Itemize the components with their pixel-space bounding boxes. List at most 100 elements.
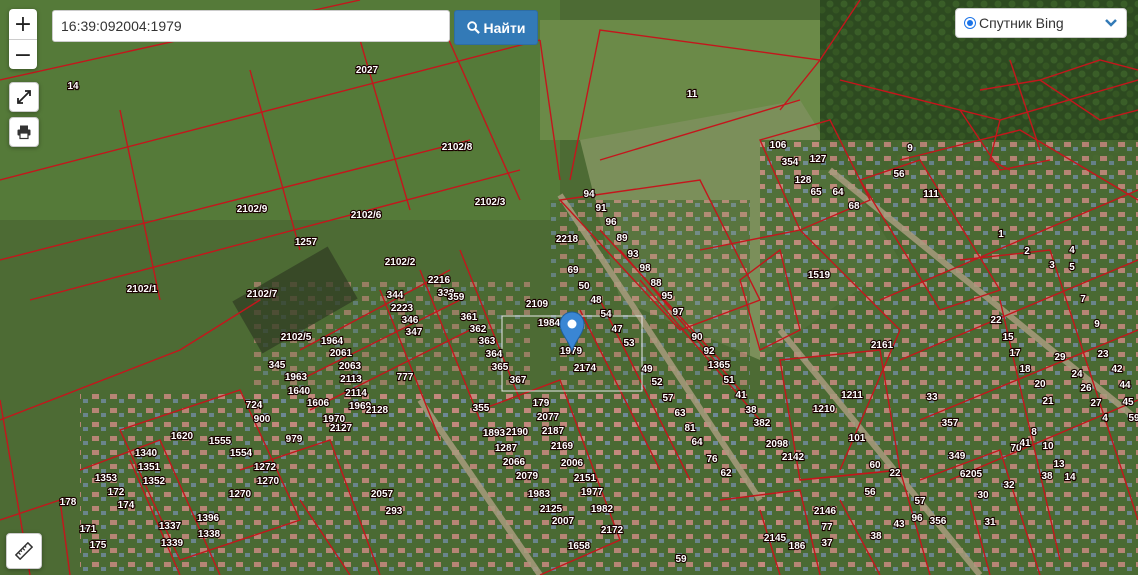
parcel-number-label: 95: [661, 291, 673, 302]
parcel-number-label: 33: [926, 392, 938, 403]
parcel-number-label: 64: [691, 437, 703, 448]
parcel-number-label: 2113: [340, 374, 362, 385]
parcel-number-label: 1964: [321, 336, 344, 347]
parcel-number-label: 4: [1069, 245, 1075, 256]
parcel-number-label: 1555: [209, 436, 232, 447]
parcel-number-label: 2151: [574, 473, 597, 484]
parcel-number-label: 362: [470, 324, 487, 335]
zoom-in-button[interactable]: +: [9, 9, 37, 40]
parcel-number-label: 10: [1042, 441, 1054, 452]
parcel-number-label: 90: [691, 332, 703, 343]
find-button[interactable]: Найти: [454, 10, 538, 45]
parcel-number-label: 179: [533, 398, 550, 409]
measure-button[interactable]: [6, 533, 42, 569]
parcel-number-label: 52: [651, 377, 663, 388]
parcel-number-label: 2102/6: [351, 210, 382, 221]
parcel-number-label: 101: [849, 433, 866, 444]
parcel-number-label: 1620: [171, 431, 194, 442]
parcel-number-label: 24: [1071, 369, 1083, 380]
parcel-number-label: 1977: [581, 487, 604, 498]
parcel-number-label: 56: [893, 169, 905, 180]
parcel-number-label: 56: [864, 487, 876, 498]
parcel-number-label: 7: [1080, 294, 1086, 305]
parcel-number-label: 364: [486, 349, 503, 360]
parcel-number-label: 2187: [542, 426, 565, 437]
parcel-number-label: 92: [703, 346, 715, 357]
search-input[interactable]: [52, 10, 450, 42]
ruler-icon: [15, 542, 33, 560]
parcel-number-label: 1270: [257, 476, 280, 487]
parcel-number-label: 1270: [229, 489, 252, 500]
parcel-number-label: 1963: [285, 372, 308, 383]
parcel-number-label: 49: [641, 364, 653, 375]
radio-selected-icon: [964, 17, 976, 29]
parcel-number-label: 1339: [161, 538, 184, 549]
parcel-number-label: 89: [616, 233, 628, 244]
parcel-number-label: 27: [1090, 398, 1102, 409]
parcel-number-label: 41: [1019, 438, 1031, 449]
parcel-number-label: 356: [930, 516, 947, 527]
parcel-number-label: 57: [662, 393, 674, 404]
parcel-number-label: 1257: [295, 237, 318, 248]
satellite-map[interactable]: 142027112102/8 92102/92102/62102/32102/1 2…: [0, 0, 1138, 575]
parcel-number-label: 349: [949, 451, 966, 462]
parcel-number-label: 96: [605, 217, 617, 228]
parcel-number-label: 293: [386, 506, 403, 517]
parcel-number-label: 65: [810, 187, 822, 198]
parcel-number-label: 21: [1042, 396, 1054, 407]
parcel-number-label: 4: [1102, 413, 1108, 424]
parcel-number-label: 2102/5: [281, 332, 312, 343]
parcel-number-label: 18: [1019, 364, 1031, 375]
parcel-number-label: 50: [578, 281, 590, 292]
parcel-number-label: 354: [782, 157, 799, 168]
parcel-number-label: 1658: [568, 541, 591, 552]
parcel-number-label: 365: [492, 362, 509, 373]
parcel-number-label: 724: [246, 400, 263, 411]
parcel-number-label: 367: [510, 375, 527, 386]
parcel-number-label: 17: [1009, 348, 1021, 359]
chevron-down-icon: [1104, 15, 1118, 31]
parcel-number-label: 1272: [254, 462, 277, 473]
parcel-number-label: 26: [1080, 383, 1092, 394]
parcel-number-label: 2161: [871, 340, 894, 351]
parcel-number-label: 2066: [503, 457, 526, 468]
print-button[interactable]: [9, 117, 39, 147]
parcel-number-label: 2007: [552, 516, 575, 527]
parcel-number-label: 363: [479, 336, 496, 347]
parcel-number-label: 2102/9: [237, 204, 268, 215]
parcel-number-label: 1396: [197, 513, 220, 524]
parcel-number-label: 32: [1003, 480, 1015, 491]
parcel-number-label: 43: [893, 519, 905, 530]
search-icon: [466, 21, 480, 34]
basemap-select[interactable]: Спутник Bing: [955, 8, 1127, 38]
parcel-number-label: 357: [942, 418, 959, 429]
fullscreen-button[interactable]: [9, 82, 39, 112]
parcel-number-label: 11: [687, 89, 698, 100]
parcel-number-label: 2127: [330, 423, 353, 434]
parcel-number-label: 2146: [814, 506, 837, 517]
parcel-number-label: 68: [848, 201, 860, 212]
parcel-number-label: 2102/8: [442, 142, 473, 153]
parcel-number-label: 1210: [813, 404, 836, 415]
parcel-number-label: 1351: [138, 462, 161, 473]
parcel-number-label: 2098: [766, 439, 789, 450]
parcel-number-label: 2102/2: [385, 257, 416, 268]
zoom-out-button[interactable]: −: [9, 40, 37, 70]
parcel-number-label: 13: [1053, 459, 1065, 470]
zoom-control: + −: [9, 9, 37, 69]
parcel-number-label: 6205: [960, 469, 983, 480]
parcel-number-label: 1982: [591, 504, 614, 515]
printer-icon: [17, 125, 31, 140]
parcel-number-label: 175: [90, 540, 107, 551]
parcel-number-label: 2: [1024, 246, 1030, 257]
parcel-number-label: 91: [595, 203, 607, 214]
parcel-number-label: 1893: [483, 428, 506, 439]
parcel-number-label: 2057: [371, 489, 394, 500]
parcel-number-label: 2027: [356, 65, 379, 76]
parcel-number-label: 48: [590, 295, 602, 306]
parcel-number-label: 2102/1: [127, 284, 158, 295]
parcel-number-label: 1984: [538, 318, 561, 329]
parcel-number-label: 69: [567, 265, 579, 276]
parcel-number-label: 47: [611, 324, 623, 335]
parcel-number-label: 2174: [574, 363, 597, 374]
